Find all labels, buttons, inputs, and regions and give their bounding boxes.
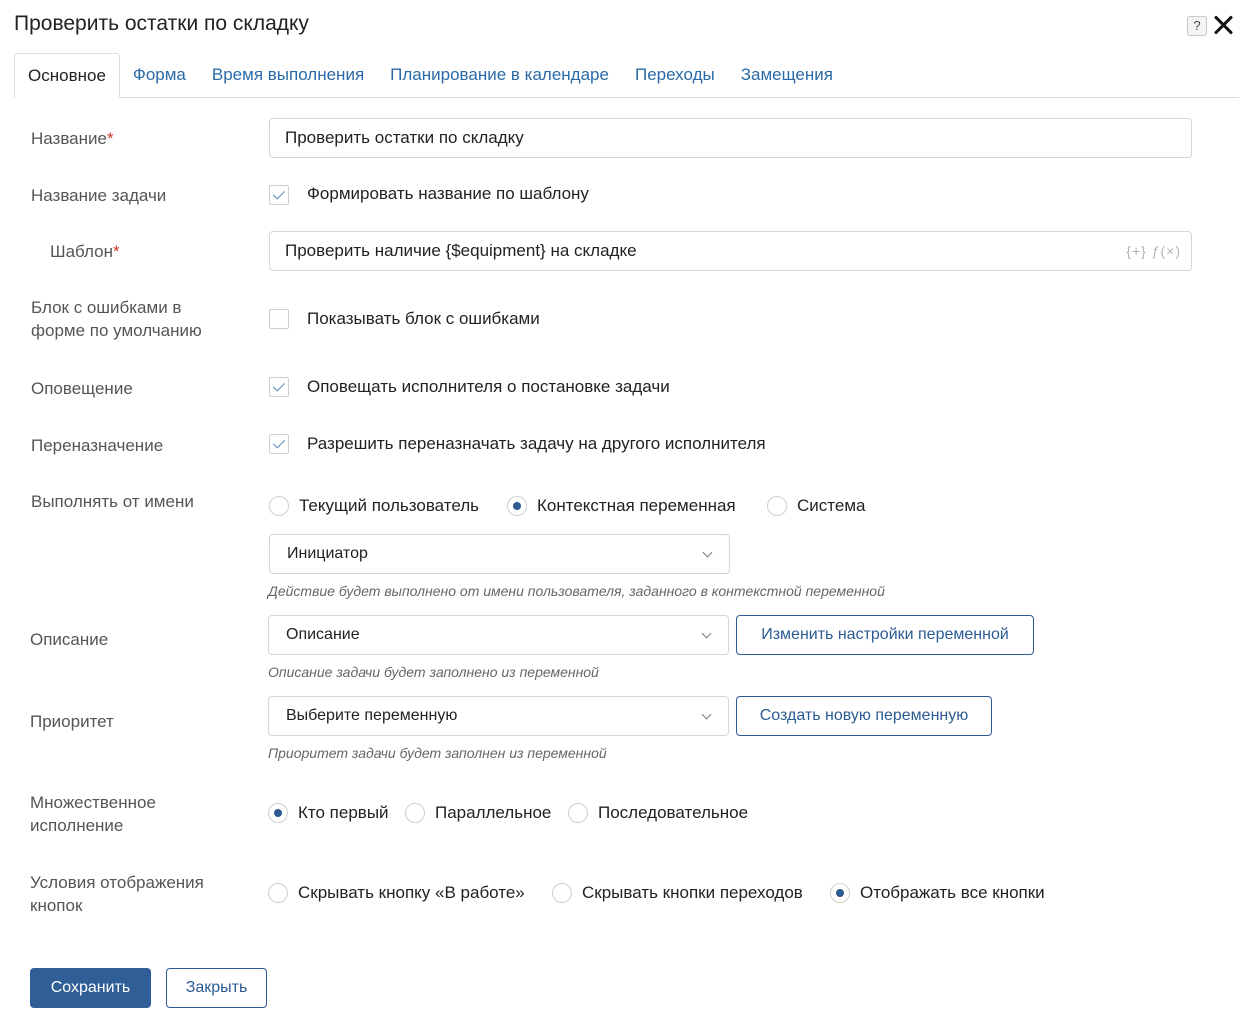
- buttons-radio-hide-transitions-label: Скрывать кнопки переходов: [582, 883, 803, 902]
- tab-transitions[interactable]: Переходы: [622, 53, 728, 98]
- execute-as-radio-current-user-label: Текущий пользователь: [299, 496, 480, 515]
- name-label: Название*: [31, 129, 114, 148]
- tab-execution-time[interactable]: Время выполнения: [199, 53, 377, 98]
- help-icon[interactable]: ?: [1187, 16, 1207, 36]
- description-label: Описание: [30, 630, 109, 649]
- template-input[interactable]: Проверить наличие {$equipment} на складк…: [269, 231, 1192, 271]
- buttons-display-label: Условия отображения кнопок: [30, 873, 204, 915]
- tab-main[interactable]: Основное: [14, 53, 120, 98]
- reassign-checkbox-label: Разрешить переназначать задачу на другог…: [307, 434, 766, 453]
- multiple-execution-label: Множественное исполнение: [30, 793, 156, 835]
- buttons-radio-show-all[interactable]: [830, 883, 850, 903]
- show-errors-checkbox[interactable]: [269, 309, 289, 329]
- priority-hint: Приоритет задачи будет заполнен из перем…: [268, 745, 607, 761]
- multiple-radio-first[interactable]: [268, 803, 288, 823]
- reassign-label: Переназначение: [31, 436, 164, 455]
- show-errors-checkbox-label: Показывать блок с ошибками: [307, 309, 540, 328]
- task-name-template-checkbox-label: Формировать название по шаблону: [307, 184, 589, 203]
- tab-calendar-planning[interactable]: Планирование в календаре: [377, 53, 622, 98]
- close-button[interactable]: Закрыть: [166, 968, 267, 1008]
- chevron-down-icon: [701, 628, 712, 639]
- required-mark: *: [112, 242, 120, 261]
- execute-as-radio-system-label: Система: [797, 496, 866, 515]
- description-select-value: Описание: [286, 626, 360, 643]
- template-value: Проверить наличие {$equipment} на складк…: [285, 241, 637, 260]
- multiple-radio-first-label: Кто первый: [298, 803, 389, 822]
- create-variable-button[interactable]: Создать новую переменную: [736, 696, 992, 736]
- buttons-radio-hide-in-work-label: Скрывать кнопку «В работе»: [298, 883, 525, 902]
- tab-substitutions[interactable]: Замещения: [728, 53, 846, 98]
- execute-as-label: Выполнять от имени: [31, 492, 194, 511]
- required-mark: *: [106, 129, 114, 148]
- execute-as-radio-current-user[interactable]: [269, 496, 289, 516]
- priority-select[interactable]: Выберите переменную: [268, 696, 729, 736]
- multiple-radio-parallel-label: Параллельное: [435, 803, 552, 822]
- tab-bar: Основное Форма Время выполнения Планиров…: [14, 53, 1239, 98]
- edit-variable-settings-button[interactable]: Изменить настройки переменной: [736, 615, 1034, 655]
- description-select[interactable]: Описание: [268, 615, 729, 655]
- priority-label: Приоритет: [30, 712, 114, 731]
- description-hint: Описание задачи будет заполнено из перем…: [268, 664, 599, 680]
- buttons-radio-show-all-label: Отображать все кнопки: [860, 883, 1045, 902]
- execute-as-hint: Действие будет выполнено от имени пользо…: [268, 583, 885, 599]
- execute-as-radio-system[interactable]: [767, 496, 787, 516]
- multiple-radio-parallel[interactable]: [405, 803, 425, 823]
- priority-select-value: Выберите переменную: [286, 707, 458, 724]
- multiple-radio-sequential[interactable]: [568, 803, 588, 823]
- template-label: Шаблон*: [50, 242, 120, 261]
- save-button[interactable]: Сохранить: [30, 968, 151, 1008]
- dialog-title: Проверить остатки по складку: [14, 12, 309, 35]
- insert-variable-function-icon[interactable]: {+} ƒ(×): [1126, 232, 1181, 270]
- close-icon[interactable]: [1212, 14, 1234, 36]
- buttons-radio-hide-transitions[interactable]: [552, 883, 572, 903]
- chevron-down-icon: [702, 547, 713, 558]
- execute-as-select[interactable]: Инициатор: [269, 534, 730, 574]
- execute-as-select-value: Инициатор: [287, 545, 368, 562]
- execute-as-radio-context-variable-label: Контекстная переменная: [537, 496, 736, 515]
- name-input[interactable]: Проверить остатки по складку: [269, 118, 1192, 158]
- reassign-checkbox[interactable]: [269, 434, 289, 454]
- buttons-radio-hide-in-work[interactable]: [268, 883, 288, 903]
- multiple-radio-sequential-label: Последовательное: [598, 803, 749, 822]
- tab-form[interactable]: Форма: [120, 53, 199, 98]
- chevron-down-icon: [701, 709, 712, 720]
- execute-as-radio-context-variable[interactable]: [507, 496, 527, 516]
- error-block-label: Блок с ошибками в форме по умолчанию: [31, 298, 202, 340]
- task-name-label: Название задачи: [31, 186, 167, 205]
- notification-label: Оповещение: [31, 379, 133, 398]
- task-name-template-checkbox[interactable]: [269, 185, 289, 205]
- notify-checkbox-label: Оповещать исполнителя о постановке задач…: [307, 377, 670, 396]
- notify-checkbox[interactable]: [269, 377, 289, 397]
